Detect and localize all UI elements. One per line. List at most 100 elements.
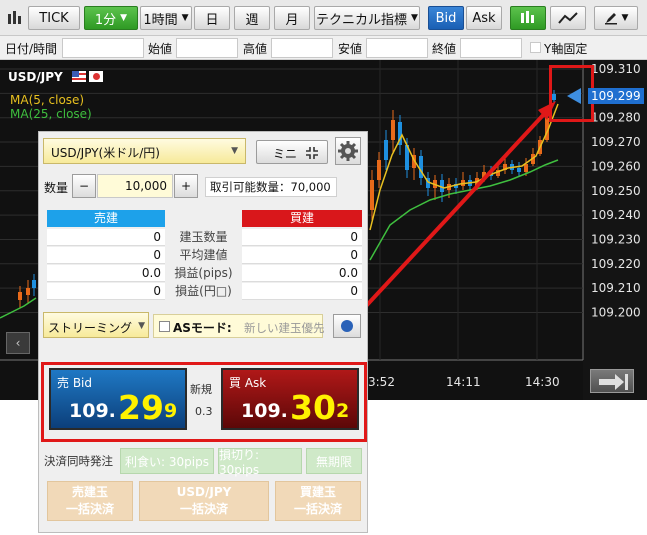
timeframe-month-button[interactable]: 月	[274, 6, 310, 30]
order-type-select[interactable]: ストリーミング ▼	[43, 312, 149, 338]
buy-ask-button[interactable]: 買 Ask 109. 30 2	[221, 368, 359, 430]
candle-body	[524, 164, 528, 172]
position-row-label: 損益(円□)	[175, 284, 232, 298]
chevron-down-icon: ▼	[231, 146, 238, 156]
expiry-button[interactable]: 無期限	[306, 448, 362, 474]
bid-toggle[interactable]: Bid	[428, 6, 464, 30]
x-tick-label: 3:52	[368, 375, 395, 389]
stop-loss-label: 損切り: 30pips	[219, 447, 260, 477]
timeframe-week-button[interactable]: 週	[234, 6, 270, 30]
x-tick-label: 14:30	[525, 375, 560, 389]
as-mode-label: ASモード:	[173, 321, 232, 335]
currency-pair-label: USD/JPY(米ドル/円)	[51, 146, 160, 160]
drawing-tools-dropdown[interactable]: ▼	[594, 6, 638, 30]
high-label: 高値	[243, 42, 268, 56]
take-profit-button[interactable]: 利食い: 30pips	[120, 448, 214, 474]
sell-close-line2: 一括決済	[65, 502, 114, 516]
pair-close-line2: 一括決済	[179, 502, 228, 516]
plus-icon: +	[180, 179, 192, 193]
timeframe-1min-dropdown[interactable]: 1分 ▼	[84, 6, 138, 30]
buy-positions-close-all-button[interactable]: 買建玉 一括決済	[275, 481, 361, 521]
timeframe-week-label: 週	[245, 12, 259, 28]
ask-toggle-label: Ask	[472, 10, 496, 26]
buy-close-line1: 買建玉	[299, 485, 336, 499]
buy-position-value: 0	[242, 229, 362, 246]
ma25-line	[369, 159, 559, 261]
bid-price-prefix: 109.	[69, 400, 116, 422]
quantity-increase-button[interactable]: +	[174, 174, 198, 198]
expiry-label: 無期限	[315, 454, 352, 469]
arrow-right-icon	[599, 374, 628, 390]
pen-icon	[604, 13, 617, 25]
chart-scroll-left-button[interactable]: ‹	[6, 332, 30, 354]
bid-price-tail: 9	[164, 400, 178, 422]
y-axis-fixed-checkbox[interactable]	[530, 42, 541, 53]
chevron-left-icon: ‹	[15, 336, 21, 350]
buy-close-line2: 一括決済	[293, 502, 342, 516]
y-tick-label: 109.230	[591, 232, 641, 246]
current-price-arrow-icon	[567, 88, 581, 104]
candlestick-icon	[521, 11, 534, 23]
timeframe-day-button[interactable]: 日	[194, 6, 230, 30]
chart-toolbar: TICK 1分 ▼ 1時間 ▼ 日 週 月 テクニカル指標 ▼ Bid Ask ▼	[0, 0, 647, 36]
gear-icon	[338, 141, 358, 161]
timeframe-day-label: 日	[205, 12, 219, 28]
candle-body	[370, 180, 374, 210]
sell-bid-label: 売 Bid	[57, 376, 92, 390]
mini-mode-label: ミニ	[273, 147, 298, 161]
panel-settings-button[interactable]	[335, 137, 361, 165]
sell-bid-button[interactable]: 売 Bid 109. 29 9	[49, 368, 187, 430]
as-mode-checkbox[interactable]	[159, 321, 170, 332]
new-order-label: 新規	[190, 383, 212, 396]
y-tick-label: 109.210	[591, 281, 641, 295]
sell-positions-close-all-button[interactable]: 売建玉 一括決済	[47, 481, 133, 521]
candle-body	[391, 120, 395, 140]
as-mode-info-button[interactable]	[333, 314, 361, 338]
scroll-to-latest-button[interactable]	[590, 369, 634, 393]
candle-body	[32, 280, 36, 288]
pair-close-all-button[interactable]: USD/JPY 一括決済	[139, 481, 269, 521]
tick-button[interactable]: TICK	[28, 6, 80, 30]
chevron-down-icon: ▼	[138, 321, 145, 331]
ma5-legend: MA(5, close)	[10, 93, 85, 107]
candle-body	[384, 140, 388, 160]
timeframe-1hour-dropdown[interactable]: 1時間 ▼	[140, 6, 192, 30]
close-value	[460, 38, 522, 58]
ask-price-tail: 2	[336, 400, 350, 422]
buy-position-value: 0.0	[242, 265, 362, 282]
quantity-decrease-button[interactable]: −	[72, 174, 96, 198]
chevron-down-icon: ▼	[120, 13, 128, 23]
timeframe-month-label: 月	[285, 12, 299, 28]
datetime-label: 日付/時間	[5, 42, 58, 56]
position-row-label: 平均建値	[179, 248, 228, 262]
take-profit-label: 利食い: 30pips	[125, 454, 209, 469]
sell-position-value: 0	[47, 229, 165, 246]
mini-mode-button[interactable]: ミニ	[256, 140, 328, 164]
technical-indicators-dropdown[interactable]: テクニカル指標 ▼	[314, 6, 420, 30]
stop-loss-button[interactable]: 損切り: 30pips	[218, 447, 302, 477]
datetime-value	[62, 38, 144, 58]
sell-position-value: 0	[47, 283, 165, 300]
ohlc-bar: 日付/時間 始値 高値 安値 終値 Y軸固定	[0, 36, 647, 60]
low-label: 安値	[338, 42, 363, 56]
sell-close-line1: 売建玉	[71, 485, 108, 499]
candlestick-view-button[interactable]	[510, 6, 546, 30]
info-icon	[341, 320, 353, 332]
sell-position-header: 売建	[47, 210, 165, 227]
line-view-button[interactable]	[550, 6, 586, 30]
y-tick-label: 109.260	[591, 159, 641, 173]
as-mode-value: 新しい建玉優先	[244, 321, 325, 335]
chart-type-icon[interactable]	[4, 6, 26, 30]
chevron-down-icon: ▼	[411, 13, 418, 23]
open-value	[176, 38, 238, 58]
buy-position-header: 買建	[242, 210, 362, 227]
minus-icon: −	[78, 179, 90, 193]
ask-toggle[interactable]: Ask	[466, 6, 502, 30]
quantity-input[interactable]: 10,000	[97, 174, 173, 198]
as-mode-field[interactable]: ASモード: 新しい建玉優先	[153, 314, 325, 338]
y-tick-label: 109.310	[591, 62, 641, 76]
current-price-label: 109.299	[588, 88, 644, 104]
y-tick-label: 109.250	[591, 184, 641, 198]
candle-body	[419, 156, 423, 178]
currency-pair-select[interactable]: USD/JPY(米ドル/円) ▼	[43, 138, 246, 164]
